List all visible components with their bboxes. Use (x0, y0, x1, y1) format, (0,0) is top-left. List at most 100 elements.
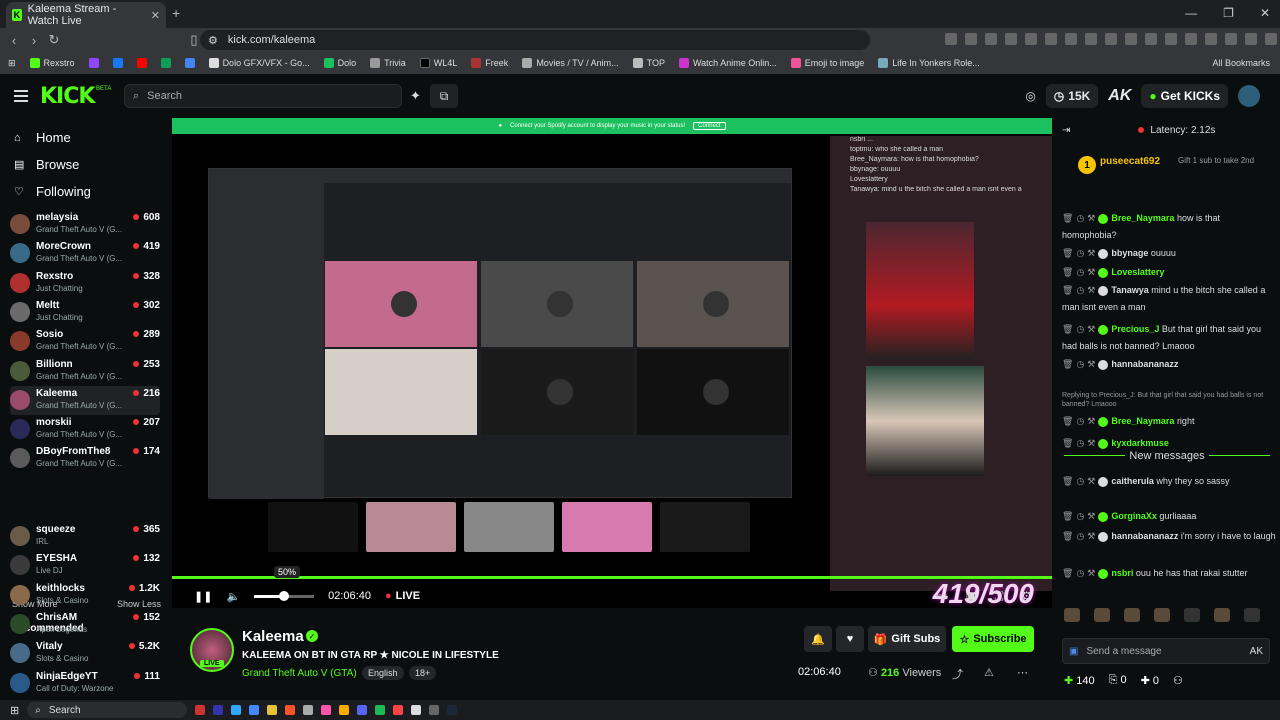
ban-icon[interactable]: ⚒ (1087, 359, 1095, 369)
chat-username[interactable]: Bree_Naymara (1111, 213, 1174, 223)
chat-message[interactable]: 🗑 ◷ ⚒ Precious_J But that girl that said yo… (1062, 321, 1276, 355)
delete-icon[interactable]: 🗑 (1062, 438, 1073, 448)
fullscreen-icon[interactable]: ⛶ (995, 589, 1003, 604)
volume-slider[interactable] (254, 590, 315, 601)
sidebar-channel-billionn[interactable]: Billionn Grand Theft Auto V (G... 253 (10, 357, 160, 386)
emote-icon[interactable] (1214, 608, 1230, 622)
emote-icon[interactable] (1094, 608, 1110, 622)
share-icon[interactable]: ⤴ (952, 666, 963, 682)
sidebar-channel-melaysia[interactable]: melaysia Grand Theft Auto V (G... 608 (10, 210, 160, 239)
gift-subs-button[interactable]: 🎁 Gift Subs (868, 626, 946, 652)
nav-browse[interactable]: ▤ Browse (0, 151, 168, 178)
timeout-icon[interactable]: ◷ (1076, 511, 1084, 521)
extension-icon[interactable] (1185, 33, 1197, 45)
notifications-icon[interactable]: ◎ (1025, 89, 1035, 103)
menu-icon[interactable] (14, 90, 28, 102)
lock-icon[interactable] (1184, 608, 1200, 622)
app-icon[interactable] (321, 705, 332, 715)
forward-icon[interactable]: › (24, 33, 44, 48)
timeout-icon[interactable]: ◷ (1076, 531, 1084, 541)
bookmark-favicon-icon[interactable] (136, 58, 147, 68)
ban-icon[interactable]: ⚒ (1087, 416, 1095, 426)
timeout-icon[interactable]: ◷ (1076, 213, 1084, 223)
ban-icon[interactable]: ⚒ (1087, 568, 1095, 578)
ban-icon[interactable]: ⚒ (1087, 476, 1095, 486)
emote-icon[interactable] (1154, 608, 1170, 622)
chat-input[interactable]: ▣ Send a message AK (1062, 638, 1270, 664)
kick-logo[interactable]: KICK (40, 84, 95, 109)
tag-language[interactable]: English (362, 666, 404, 680)
sidebar-channel-morskii[interactable]: morskii Grand Theft Auto V (G... 207 (10, 415, 160, 444)
chat-username[interactable]: bbynage (1111, 248, 1148, 258)
app-icon[interactable] (249, 705, 260, 715)
chat-message[interactable]: 🗑 ◷ ⚒ nsbri ouu he has that rakai stutter (1062, 565, 1276, 582)
timeout-icon[interactable]: ◷ (1076, 438, 1084, 448)
chat-username[interactable]: caitherula (1111, 476, 1154, 486)
bookmark-item[interactable]: WL4L (419, 58, 457, 68)
delete-icon[interactable]: 🗑 (1062, 511, 1073, 521)
bookmark-item[interactable]: Trivia (370, 58, 406, 68)
more-options-icon[interactable]: ⋯ (1017, 666, 1028, 679)
timeout-icon[interactable]: ◷ (1076, 324, 1084, 334)
settings-icon[interactable]: ⚙ (1021, 589, 1032, 604)
chat-message[interactable]: 🗑 ◷ ⚒ Bree_Naymara right (1062, 413, 1276, 430)
bookmark-item[interactable]: Movies / TV / Anim... (522, 58, 619, 68)
ban-icon[interactable]: ⚒ (1087, 511, 1095, 521)
chat-username[interactable]: nsbri (1111, 568, 1133, 578)
app-icon[interactable] (429, 705, 440, 715)
emote-icon[interactable] (1064, 608, 1080, 622)
bookmark-item[interactable]: Dolo GFX/VFX - Go... (208, 58, 310, 68)
spotify-connect-button[interactable]: Connect (693, 122, 726, 130)
extension-icon[interactable] (965, 33, 977, 45)
bookmark-item[interactable]: Life In Yonkers Role... (878, 58, 980, 68)
chat-message[interactable]: 🗑 ◷ ⚒ hannabananazz i'm sorry i have to lau… (1062, 528, 1276, 545)
extension-icon[interactable] (1005, 33, 1017, 45)
pinned-user[interactable]: puseecat692 (1100, 156, 1160, 167)
collapse-chat-icon[interactable]: ⇥ (1062, 125, 1070, 136)
app-icon[interactable] (339, 705, 350, 715)
ban-icon[interactable]: ⚒ (1087, 248, 1095, 258)
extension-icon[interactable] (1245, 33, 1257, 45)
ban-icon[interactable]: ⚒ (1087, 285, 1095, 295)
sidebar-channel-keithlocks[interactable]: keithlocks Slots & Casino 1.2K (10, 581, 160, 610)
bookmark-item[interactable]: Rexstro (29, 58, 75, 68)
sidebar-channel-morecrown[interactable]: MoreCrown Grand Theft Auto V (G... 419 (10, 239, 160, 268)
photoshop-icon[interactable] (231, 705, 242, 715)
user-settings-icon[interactable]: ⚇ (1173, 674, 1183, 687)
chat-message[interactable]: 🗑 ◷ ⚒ Loveslattery (1062, 264, 1276, 281)
site-info-icon[interactable]: ⚙ (208, 34, 218, 47)
sidebar-channel-sosio[interactable]: Sosio Grand Theft Auto V (G... 289 (10, 327, 160, 356)
extension-icon[interactable] (1085, 33, 1097, 45)
spotify-icon[interactable] (375, 705, 386, 715)
timeout-icon[interactable]: ◷ (1076, 285, 1084, 295)
app-icon[interactable] (411, 705, 422, 715)
bookmark-item[interactable]: Freek (471, 58, 508, 68)
delete-icon[interactable]: 🗑 (1062, 267, 1073, 277)
follow-button[interactable]: ♥ (836, 626, 864, 652)
chat-username[interactable]: GorginaXx (1111, 511, 1157, 521)
ban-icon[interactable]: ⚒ (1087, 213, 1095, 223)
new-messages-divider[interactable]: New messages (1064, 450, 1270, 462)
close-window-icon[interactable]: ✕ (1260, 6, 1270, 20)
browser-tab[interactable]: K Kaleema Stream - Watch Live ✕ (6, 2, 166, 28)
delete-icon[interactable]: 🗑 (1062, 359, 1073, 369)
app-icon[interactable] (195, 705, 206, 715)
timeout-icon[interactable]: ◷ (1076, 359, 1084, 369)
chat-message[interactable]: 🗑 ◷ ⚒ bbynage ouuuu (1062, 245, 1276, 262)
sidebar-channel-kaleema[interactable]: Kaleema Grand Theft Auto V (G... 216 (10, 385, 160, 415)
sidebar-channel-dboyfromthe8[interactable]: DBoyFromThe8 Grand Theft Auto V (G... 174 (10, 444, 160, 473)
chat-username[interactable]: Precious_J (1111, 324, 1159, 334)
app-icon[interactable] (303, 705, 314, 715)
delete-icon[interactable]: 🗑 (1062, 568, 1073, 578)
ban-icon[interactable]: ⚒ (1087, 531, 1095, 541)
extension-icon[interactable] (945, 33, 957, 45)
chat-username[interactable]: Loveslattery (1111, 267, 1164, 277)
extension-icon[interactable] (1125, 33, 1137, 45)
delete-icon[interactable]: 🗑 (1062, 324, 1073, 334)
extension-icon[interactable] (1145, 33, 1157, 45)
chat-message[interactable]: 🗑 ◷ ⚒ Bree_Naymara how is that homophobia? (1062, 210, 1276, 244)
chat-username[interactable]: hannabananazz (1111, 359, 1178, 369)
sidebar-channel-ninjaedgeyt[interactable]: NinjaEdgeYT Call of Duty: Warzone 111 (10, 669, 160, 698)
volume-icon[interactable]: 🔈 (226, 590, 240, 603)
timeout-icon[interactable]: ◷ (1076, 476, 1084, 486)
